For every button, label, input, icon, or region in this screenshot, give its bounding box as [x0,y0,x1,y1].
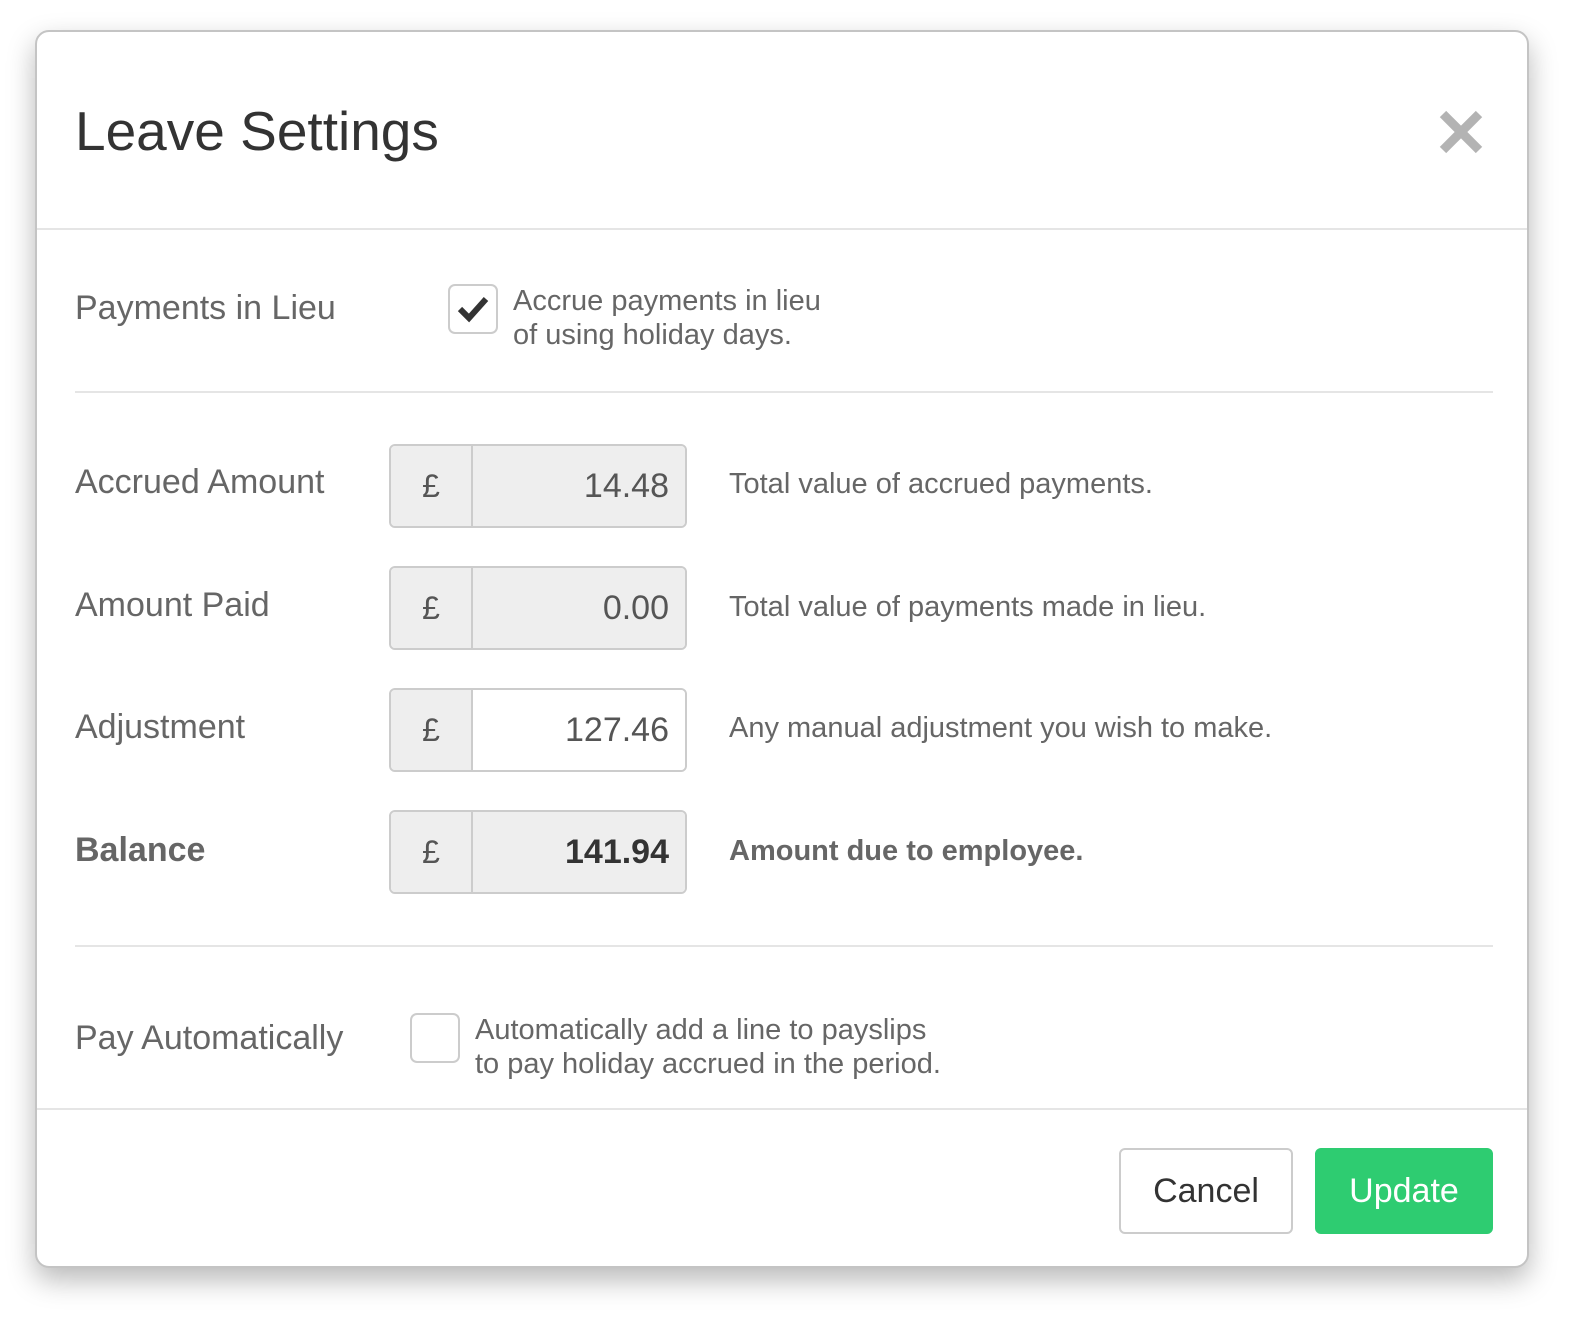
payments-in-lieu-checkbox[interactable] [448,284,498,334]
accrued-amount-field: 14.48 [473,446,685,526]
amount-paid-field: 0.00 [473,568,685,648]
balance-input-group: £ 141.94 [389,810,687,894]
payments-in-lieu-label: Payments in Lieu [75,289,336,327]
accrued-amount-label: Accrued Amount [75,463,325,501]
dialog-header: Leave Settings [37,32,1527,230]
adjustment-help: Any manual adjustment you wish to make. [729,712,1273,744]
adjustment-label: Adjustment [75,708,246,746]
currency-addon: £ [391,446,473,526]
update-button[interactable]: Update [1315,1148,1493,1234]
balance-help: Amount due to employee. [729,835,1084,867]
amount-paid-help: Total value of payments made in lieu. [729,591,1207,623]
balance-field: 141.94 [473,812,685,892]
pay-automatically-description-line1: Automatically add a line to payslips [475,1014,927,1046]
dialog-title: Leave Settings [75,100,439,162]
currency-addon: £ [391,812,473,892]
accrued-amount-help: Total value of accrued payments. [729,468,1153,500]
payments-in-lieu-description-line2: of using holiday days. [513,319,792,351]
cancel-button[interactable]: Cancel [1119,1148,1293,1234]
payments-in-lieu-description-line1: Accrue payments in lieu [513,285,821,317]
close-icon[interactable] [1437,108,1485,156]
divider [75,945,1493,947]
accrued-amount-input-group: £ 14.48 [389,444,687,528]
divider [75,391,1493,393]
adjustment-input[interactable]: 127.46 [473,690,685,770]
amount-paid-label: Amount Paid [75,586,270,624]
leave-settings-dialog: Leave Settings Payments in Lieu Accrue p… [35,30,1529,1268]
currency-addon: £ [391,568,473,648]
adjustment-input-group: £ 127.46 [389,688,687,772]
currency-addon: £ [391,690,473,770]
dialog-footer: Cancel Update [37,1108,1527,1266]
pay-automatically-label: Pay Automatically [75,1019,344,1057]
pay-automatically-checkbox[interactable] [410,1013,460,1063]
pay-automatically-description-line2: to pay holiday accrued in the period. [475,1048,941,1080]
balance-label: Balance [75,831,206,869]
checkmark-icon [457,296,489,323]
amount-paid-input-group: £ 0.00 [389,566,687,650]
